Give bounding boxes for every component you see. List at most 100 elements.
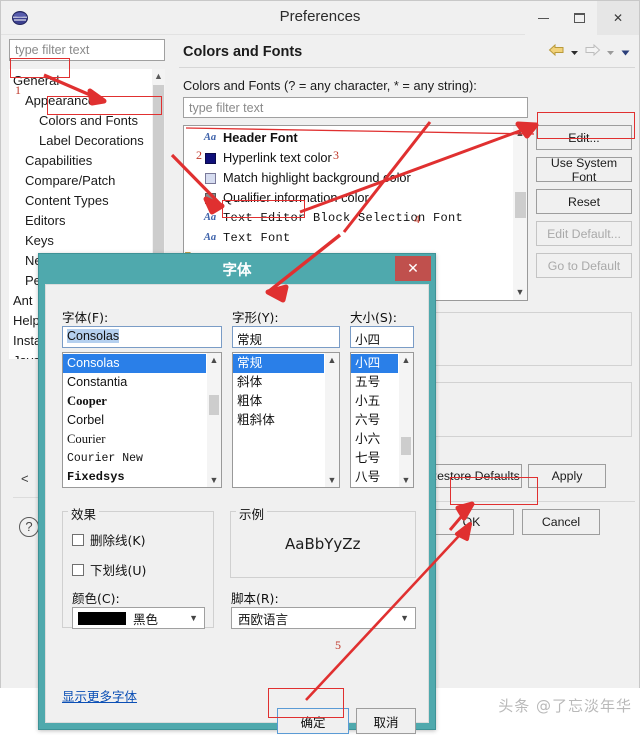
maximize-button[interactable] <box>561 1 597 35</box>
list-item[interactable]: 七号 <box>351 449 398 468</box>
scrollbar-thumb[interactable] <box>401 437 411 455</box>
font-style-list[interactable]: 常规 斜体 粗体 粗斜体 ▲ ▼ <box>232 352 340 488</box>
restore-defaults-button[interactable]: Restore Defaults <box>426 464 522 488</box>
list-item[interactable]: 小六 <box>351 430 398 449</box>
font-family-scrollbar[interactable]: ▲ ▼ <box>207 353 221 487</box>
chevron-down-icon[interactable]: ▼ <box>400 613 409 623</box>
sample-text: AaBbYyZz <box>285 535 361 553</box>
list-item[interactable]: Aa Text Editor Block Selection Font <box>184 208 512 228</box>
chevron-down-icon[interactable]: ▼ <box>189 613 198 623</box>
apply-button[interactable]: Apply <box>528 464 606 488</box>
view-menu-chevron-down-icon[interactable] <box>620 45 631 56</box>
ok-button[interactable]: OK <box>429 509 514 535</box>
sidebar-item-appearance[interactable]: Appearance <box>9 91 152 111</box>
scroll-down-icon[interactable]: ▼ <box>207 473 221 487</box>
font-family-list[interactable]: Consolas Constantia Cooper Corbel Courie… <box>62 352 222 488</box>
minimize-button[interactable] <box>525 1 561 35</box>
script-label: 脚本(R): <box>231 591 279 606</box>
cancel-button[interactable]: Cancel <box>522 509 600 535</box>
help-icon[interactable]: ? <box>19 517 39 537</box>
sidebar-item-keys[interactable]: Keys <box>9 231 152 251</box>
list-item[interactable]: 斜体 <box>233 373 324 392</box>
font-family-label: 字体(F): <box>62 310 109 325</box>
back-arrow-icon[interactable] <box>548 43 565 57</box>
collapse-all-icon[interactable]: < <box>21 471 29 486</box>
font-dialog-close-button[interactable]: ✕ <box>395 256 431 281</box>
font-family-input[interactable]: Consolas <box>62 326 222 348</box>
forward-menu-chevron-down-icon <box>605 45 616 56</box>
scroll-down-icon[interactable]: ▼ <box>399 473 413 487</box>
list-item[interactable]: 粗斜体 <box>233 411 324 430</box>
sidebar-item-editors[interactable]: Editors <box>9 211 152 231</box>
list-item[interactable]: Qualifier information color <box>184 188 512 208</box>
scroll-up-icon[interactable]: ▲ <box>513 126 527 141</box>
scroll-up-icon[interactable]: ▲ <box>207 353 221 367</box>
font-action-buttons: Edit... Use System Font Reset Edit Defau… <box>536 125 632 285</box>
sidebar-item-content-types[interactable]: Content Types <box>9 191 152 211</box>
list-item[interactable]: Corbel <box>63 411 206 430</box>
list-item[interactable]: 小四 <box>351 354 398 373</box>
list-item[interactable]: Aa Header Font <box>184 128 512 148</box>
font-dialog-ok-button[interactable]: 确定 <box>277 708 349 734</box>
sidebar-item-capabilities[interactable]: Capabilities <box>9 151 152 171</box>
font-style-scrollbar[interactable]: ▲ ▼ <box>325 353 339 487</box>
scroll-down-icon[interactable]: ▼ <box>325 473 339 487</box>
list-item-label: Text Editor Block Selection Font <box>223 211 464 225</box>
back-menu-chevron-down-icon[interactable] <box>569 45 580 56</box>
strikeout-checkbox[interactable]: 删除线(K) <box>72 530 145 549</box>
screenshot-root: Preferences ✕ type filter text General A… <box>0 0 640 735</box>
font-size-list[interactable]: 小四 五号 小五 六号 小六 七号 八号 ▲ ▼ <box>350 352 414 488</box>
sidebar-item-compare-patch[interactable]: Compare/Patch <box>9 171 152 191</box>
list-item-text-font[interactable]: Aa Text Font <box>184 228 512 248</box>
window-titlebar: Preferences ✕ <box>1 1 639 35</box>
list-item[interactable]: Match highlight background color <box>184 168 512 188</box>
sidebar-item-label-decorations[interactable]: Label Decorations <box>9 131 152 151</box>
font-dialog-cancel-button[interactable]: 取消 <box>356 708 416 734</box>
script-value: 西欧语言 <box>238 612 289 627</box>
font-size-scrollbar[interactable]: ▲ ▼ <box>399 353 413 487</box>
font-style-input[interactable]: 常规 <box>232 326 340 348</box>
sidebar-item-general[interactable]: General <box>9 71 152 91</box>
use-system-font-button[interactable]: Use System Font <box>536 156 632 184</box>
list-item[interactable]: 常规 <box>233 354 324 373</box>
list-item[interactable]: 粗体 <box>233 392 324 411</box>
script-select[interactable]: 西欧语言 ▼ <box>231 607 416 629</box>
checkbox-box[interactable] <box>72 563 84 576</box>
checkbox-box[interactable] <box>72 533 84 546</box>
color-select[interactable]: 黑色 ▼ <box>72 607 205 629</box>
scroll-up-icon[interactable]: ▲ <box>325 353 339 367</box>
show-more-fonts-link[interactable]: 显示更多字体 <box>62 686 137 705</box>
list-item[interactable]: Courier New <box>63 449 206 468</box>
scroll-up-icon[interactable]: ▲ <box>152 69 165 83</box>
list-item[interactable]: Hyperlink text color <box>184 148 512 168</box>
reset-button[interactable]: Reset <box>536 189 632 214</box>
effects-group-title: 效果 <box>68 504 100 523</box>
edit-button[interactable]: Edit... <box>536 125 632 150</box>
scroll-down-icon[interactable]: ▼ <box>513 285 527 300</box>
colors-fonts-filter-input[interactable]: type filter text <box>183 97 528 118</box>
font-style-label: 字形(Y): <box>232 310 279 325</box>
font-size-input[interactable]: 小四 <box>350 326 414 348</box>
close-button[interactable]: ✕ <box>597 1 639 35</box>
underline-checkbox[interactable]: 下划线(U) <box>72 560 146 579</box>
list-item[interactable]: Cooper <box>63 392 206 411</box>
scrollbar-thumb[interactable] <box>209 395 219 415</box>
scroll-up-icon[interactable]: ▲ <box>399 353 413 367</box>
edit-default-button: Edit Default... <box>536 221 632 246</box>
list-item[interactable]: Fixedsys <box>63 468 206 487</box>
color-swatch-icon <box>202 148 218 168</box>
tree-filter-input[interactable]: type filter text <box>9 39 165 61</box>
sidebar-item-colors-and-fonts[interactable]: Colors and Fonts <box>9 111 152 131</box>
list-item[interactable]: 五号 <box>351 373 398 392</box>
list-item[interactable]: 六号 <box>351 411 398 430</box>
list-item[interactable]: 八号 <box>351 468 398 487</box>
list-item[interactable]: 小五 <box>351 392 398 411</box>
list-item[interactable]: Courier <box>63 430 206 449</box>
scrollbar-thumb[interactable] <box>515 192 526 218</box>
list-item-label: Header Font <box>223 130 298 145</box>
list-scrollbar[interactable]: ▲ ▼ <box>513 126 527 300</box>
list-item[interactable]: Consolas <box>63 354 206 373</box>
page-navbar <box>548 43 631 57</box>
list-item[interactable]: Constantia <box>63 373 206 392</box>
color-swatch-icon <box>202 168 218 188</box>
